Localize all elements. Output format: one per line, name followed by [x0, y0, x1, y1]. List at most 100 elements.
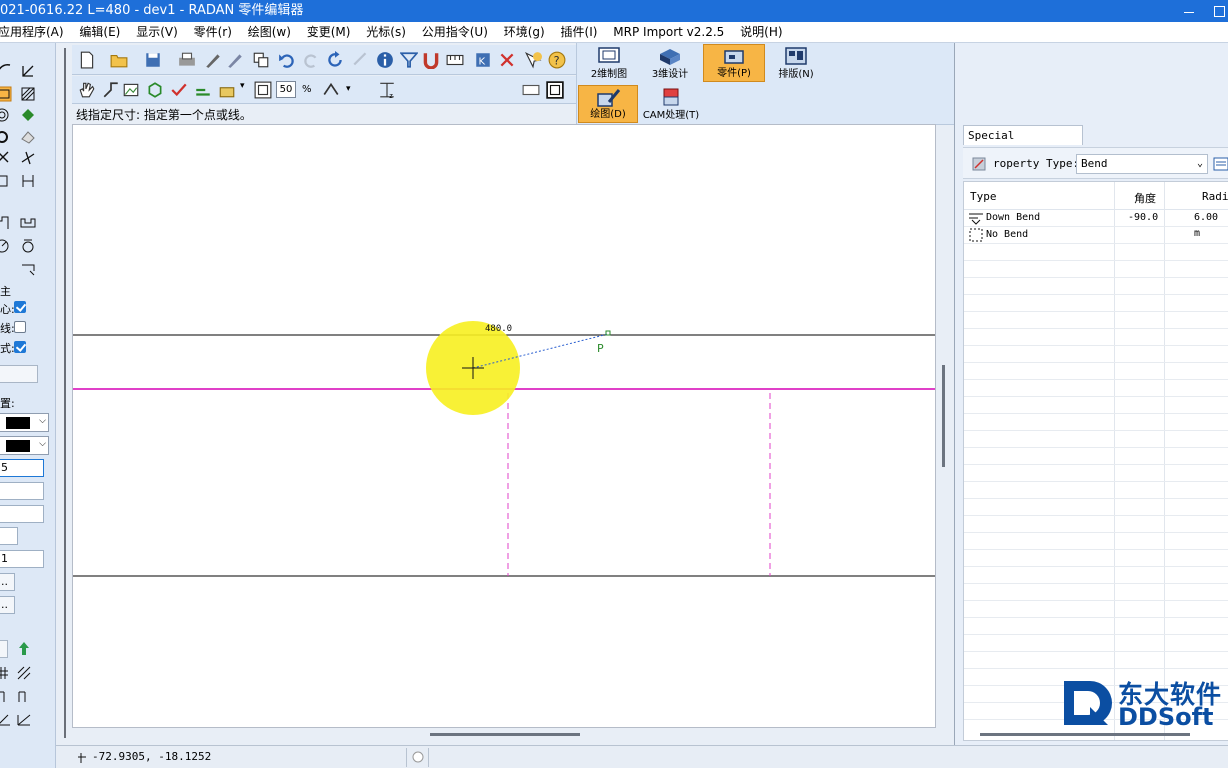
trim-tool-icon[interactable]: [20, 150, 36, 166]
whats-this-icon[interactable]: [524, 51, 542, 69]
table-row[interactable]: Down Bend -90.0 6.00 m: [964, 210, 1228, 239]
mode-3d-design-button[interactable]: 3维设计: [642, 44, 698, 82]
align-icon[interactable]: [16, 689, 32, 705]
mode-nesting-button[interactable]: 排版(N): [770, 44, 822, 82]
value-field-4[interactable]: [0, 527, 18, 545]
delete-icon[interactable]: [498, 51, 516, 69]
recycle-icon[interactable]: [16, 641, 32, 657]
checkbox-3[interactable]: [14, 341, 26, 353]
split-view-icon[interactable]: [546, 81, 564, 99]
export-icon[interactable]: K: [474, 51, 492, 69]
canvas-horizontal-scrollbar[interactable]: [430, 733, 580, 736]
zoom-option-icon[interactable]: [322, 81, 340, 99]
layer-icon[interactable]: [194, 81, 212, 99]
checkbox-1[interactable]: [14, 301, 26, 313]
print-icon[interactable]: [178, 51, 196, 69]
regenerate-icon[interactable]: [146, 81, 164, 99]
mode-2d-drawing-button[interactable]: 2维制图: [582, 44, 636, 82]
line-tool-icon[interactable]: [20, 63, 36, 79]
menu-modify[interactable]: 变更(M): [301, 22, 357, 43]
tool-icon[interactable]: [971, 156, 987, 172]
gear-tool-icon[interactable]: [0, 129, 12, 145]
zoom-fit-icon[interactable]: [254, 81, 272, 99]
pencil-icon[interactable]: [204, 51, 222, 69]
rect-tool-icon[interactable]: [0, 86, 12, 102]
browse-button-2[interactable]: ..: [0, 596, 15, 614]
dimension-z-icon[interactable]: z: [378, 81, 396, 99]
pan-hand-icon[interactable]: [78, 81, 96, 99]
minimize-icon[interactable]: [1180, 2, 1198, 20]
status-circle-icon[interactable]: [411, 750, 425, 764]
angle-dim-icon[interactable]: [16, 711, 32, 727]
panel-horizontal-scrollbar[interactable]: [980, 733, 1190, 736]
profile-tool-icon[interactable]: [0, 215, 12, 231]
new-file-icon[interactable]: [78, 51, 96, 69]
edit-pen-icon[interactable]: [226, 51, 244, 69]
dimension-tool-icon[interactable]: [20, 173, 36, 189]
menu-draw[interactable]: 绘图(w): [242, 22, 297, 43]
menu-cursor[interactable]: 光标(s): [360, 22, 412, 43]
chevron-down-icon[interactable]: ▾: [240, 81, 245, 91]
arrow-icon[interactable]: [352, 51, 370, 69]
image-icon[interactable]: [122, 81, 140, 99]
check-icon[interactable]: [170, 81, 188, 99]
menu-mrp-import[interactable]: MRP Import v2.2.5: [607, 22, 730, 43]
magnet-icon[interactable]: [422, 51, 440, 69]
property-type-select[interactable]: Bend ⌄: [1076, 154, 1208, 174]
filter-icon[interactable]: [400, 51, 418, 69]
small-button[interactable]: [0, 640, 8, 658]
menu-utilities[interactable]: 公用指令(U): [416, 22, 494, 43]
measure-icon[interactable]: [446, 51, 464, 69]
menu-help[interactable]: 说明(H): [734, 22, 788, 43]
hatch-tool-icon[interactable]: [20, 86, 36, 102]
tab-tool-icon[interactable]: [20, 215, 36, 231]
arc-tool-icon[interactable]: [0, 63, 12, 79]
circle-center-tool-icon[interactable]: [0, 238, 12, 254]
refresh-icon[interactable]: [326, 51, 344, 69]
checkbox-2[interactable]: [14, 321, 26, 333]
copy-icon[interactable]: [252, 51, 270, 69]
value-field-5[interactable]: 1: [0, 550, 44, 568]
drawing-canvas[interactable]: 480.0 P: [72, 124, 936, 728]
grid-icon[interactable]: [0, 665, 12, 681]
menu-view[interactable]: 显示(V): [130, 22, 184, 43]
table-row[interactable]: No Bend: [964, 227, 1228, 244]
diamond-tool-icon[interactable]: [20, 107, 36, 123]
line-color-select[interactable]: ⌵: [0, 413, 49, 432]
tab-special-properties[interactable]: Special Properties: [963, 125, 1083, 161]
help-icon[interactable]: ?: [548, 51, 566, 69]
eraser-tool-icon[interactable]: [20, 129, 36, 145]
mode-part-button[interactable]: 零件(P): [703, 44, 765, 82]
spiral-tool-icon[interactable]: [0, 107, 12, 123]
mode-draw-button[interactable]: 绘图(D): [578, 85, 638, 123]
value-field-1[interactable]: 5: [0, 459, 44, 477]
info-icon[interactable]: [376, 51, 394, 69]
cross-tool-icon[interactable]: [0, 150, 12, 166]
save-icon[interactable]: [144, 51, 162, 69]
list-view-icon[interactable]: [1213, 157, 1228, 171]
undo-icon[interactable]: [278, 51, 296, 69]
value-field-2[interactable]: [0, 482, 44, 500]
redo-icon[interactable]: [302, 51, 320, 69]
canvas-vertical-scrollbar[interactable]: [942, 365, 945, 467]
tools-icon[interactable]: [218, 81, 236, 99]
hole-tool-icon[interactable]: [20, 238, 36, 254]
snap-icon[interactable]: [102, 81, 120, 99]
menu-environment[interactable]: 环境(g): [498, 22, 551, 43]
mode-cam-button[interactable]: CAM处理(T): [640, 85, 702, 123]
browse-button-1[interactable]: ..: [0, 573, 15, 591]
maximize-icon[interactable]: [1208, 2, 1226, 20]
corner-tool-icon[interactable]: [20, 261, 36, 277]
palette-button[interactable]: [0, 365, 38, 383]
pattern-icon[interactable]: [16, 665, 32, 681]
value-field-3[interactable]: [0, 505, 44, 523]
open-folder-icon[interactable]: [110, 51, 128, 69]
menu-part[interactable]: 零件(r): [188, 22, 238, 43]
chevron-down-icon[interactable]: ▾: [346, 84, 351, 94]
menu-application[interactable]: 应用程序(A): [0, 22, 70, 43]
fill-color-select[interactable]: ⌵: [0, 436, 49, 455]
angle-icon[interactable]: [0, 711, 12, 727]
box-tool-icon[interactable]: [0, 173, 12, 189]
zoom-level-input[interactable]: 50: [276, 81, 296, 98]
single-view-icon[interactable]: [522, 81, 540, 99]
